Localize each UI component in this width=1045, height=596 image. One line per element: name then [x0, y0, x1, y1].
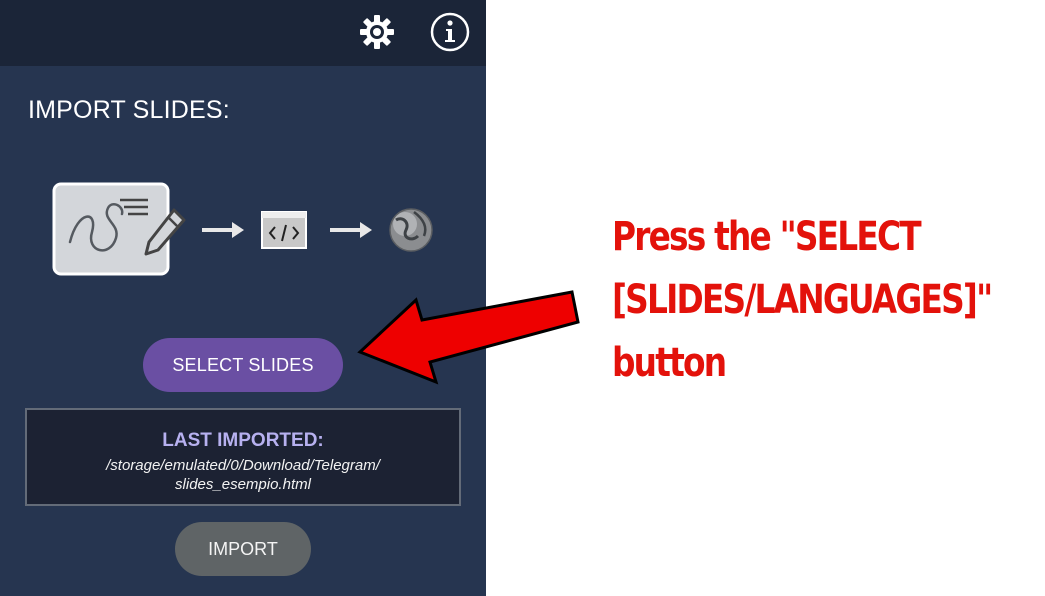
html-code-icon — [261, 211, 307, 249]
select-slides-button[interactable]: SELECT SLIDES — [143, 338, 343, 392]
annotation-line1: Press the "SELECT — [612, 214, 922, 260]
last-imported-path-line1: /storage/emulated/0/Download/Telegram/ — [106, 457, 380, 474]
info-icon[interactable] — [426, 8, 474, 56]
slide-drawing-icon — [52, 182, 186, 276]
annotation-line2: [SLIDES/LANGUAGES]" — [612, 277, 993, 323]
last-imported-box: LAST IMPORTED: /storage/emulated/0/Downl… — [25, 408, 461, 506]
top-app-bar — [0, 0, 486, 66]
annotation-line3: button — [612, 340, 727, 386]
annotation-text: Press the "SELECT [SLIDES/LANGUAGES]" bu… — [612, 206, 993, 395]
last-imported-path-line2: slides_esempio.html — [175, 476, 311, 493]
gear-icon[interactable] — [353, 8, 401, 56]
arrow-right-icon — [202, 222, 244, 238]
import-flow-illustration — [52, 182, 433, 276]
last-imported-path: /storage/emulated/0/Download/Telegram/ s… — [27, 456, 459, 494]
import-slides-heading: IMPORT SLIDES: — [28, 96, 230, 124]
arrow-right-icon — [330, 222, 372, 238]
import-button[interactable]: IMPORT — [175, 522, 311, 576]
globe-icon — [389, 208, 433, 252]
last-imported-title: LAST IMPORTED: — [162, 430, 324, 451]
annotation-arrow — [357, 290, 580, 385]
